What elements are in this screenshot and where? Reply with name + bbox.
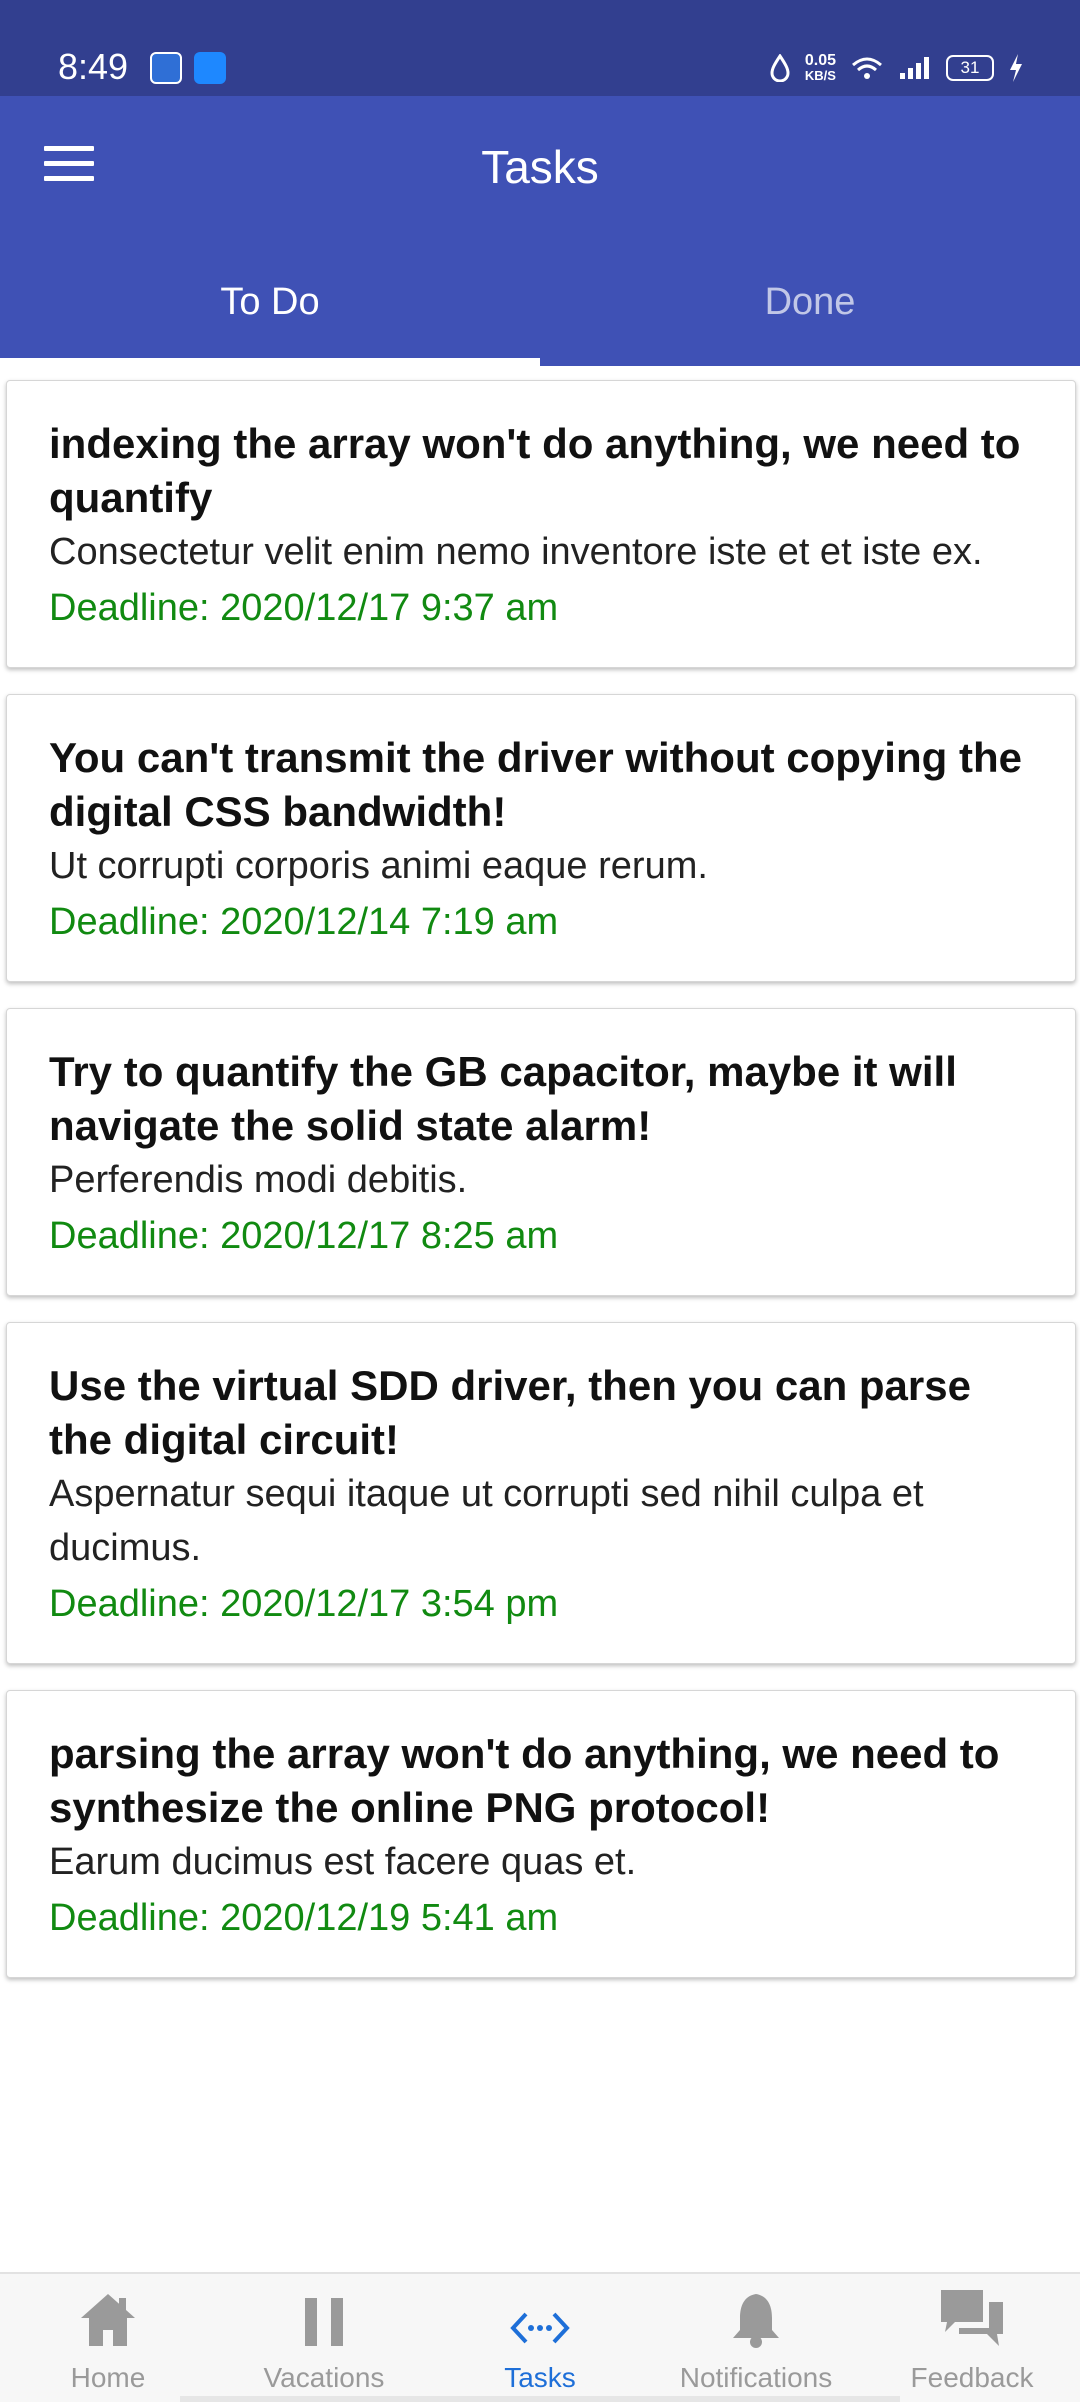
task-title: indexing the array won't do anything, we…	[49, 420, 1021, 521]
task-deadline: Deadline: 2020/12/17 3:54 pm	[49, 1583, 559, 1625]
net-speed-unit: KB/S	[804, 68, 836, 83]
gesture-bar	[180, 2396, 900, 2402]
signal-icon	[900, 57, 929, 79]
nav-home-label: Home	[70, 2362, 146, 2393]
task-deadline: Deadline: 2020/12/14 7:19 am	[49, 901, 559, 943]
task-card[interactable]: Use the virtual SDD driver, then you can…	[6, 1322, 1076, 1664]
nav-notifications[interactable]: Notifications	[648, 2274, 864, 2402]
status-bar: 8:49 0.05 KB/S 31	[0, 0, 1080, 96]
battery-icon: 31	[946, 55, 994, 81]
task-description: Consectetur velit enim nemo inventore is…	[49, 531, 983, 573]
task-card[interactable]: indexing the array won't do anything, we…	[6, 380, 1076, 668]
task-title: parsing the array won't do anything, we …	[49, 1730, 1000, 1831]
task-title: Try to quantify the GB capacitor, maybe …	[49, 1048, 957, 1149]
task-title: You can't transmit the driver without co…	[49, 734, 1022, 835]
task-description: Aspernatur sequi itaque ut corrupti sed …	[49, 1473, 924, 1569]
data-saver-icon	[770, 54, 790, 82]
nav-tasks-label: Tasks	[504, 2362, 576, 2393]
net-speed-value: 0.05	[804, 52, 836, 69]
nav-vacations-label: Vacations	[263, 2362, 385, 2393]
nav-feedback-label: Feedback	[910, 2362, 1034, 2393]
bottom-navigation: Home Vacations Tasks Notifications Feedb…	[0, 2272, 1080, 2402]
task-deadline: Deadline: 2020/12/17 8:25 am	[49, 1215, 559, 1257]
task-list: indexing the array won't do anything, we…	[6, 380, 1076, 2004]
home-icon	[81, 2294, 135, 2346]
task-deadline: Deadline: 2020/12/19 5:41 am	[49, 1897, 559, 1939]
usb-icon	[194, 52, 226, 84]
nav-feedback[interactable]: Feedback	[864, 2274, 1080, 2402]
notification-app-icon	[150, 52, 182, 84]
status-time: 8:49	[58, 46, 129, 87]
tab-to-do[interactable]: To Do	[0, 238, 540, 366]
task-deadline: Deadline: 2020/12/17 9:37 am	[49, 587, 559, 629]
nav-notifications-label: Notifications	[679, 2362, 833, 2393]
pause-icon	[305, 2298, 343, 2346]
task-card[interactable]: Try to quantify the GB capacitor, maybe …	[6, 1008, 1076, 1296]
chat-icon	[941, 2290, 1003, 2346]
code-icon	[510, 2312, 570, 2344]
app-bar: Tasks	[0, 96, 1080, 238]
task-description: Ut corrupti corporis animi eaque rerum.	[49, 845, 708, 887]
tab-bar: To Do Done	[0, 238, 1080, 366]
page-title: Tasks	[481, 141, 599, 193]
task-card[interactable]: You can't transmit the driver without co…	[6, 694, 1076, 982]
task-card[interactable]: parsing the array won't do anything, we …	[6, 1690, 1076, 1978]
task-description: Earum ducimus est facere quas et.	[49, 1841, 637, 1883]
nav-vacations[interactable]: Vacations	[216, 2274, 432, 2402]
wifi-icon	[852, 57, 882, 79]
battery-level: 31	[960, 58, 980, 77]
task-title: Use the virtual SDD driver, then you can…	[49, 1362, 971, 1463]
bell-icon	[733, 2294, 779, 2348]
nav-home[interactable]: Home	[0, 2274, 216, 2402]
tab-done[interactable]: Done	[540, 238, 1080, 366]
net-speed: 0.05 KB/S	[804, 52, 836, 84]
task-description: Perferendis modi debitis.	[49, 1159, 468, 1201]
charging-icon	[1010, 54, 1022, 82]
nav-tasks[interactable]: Tasks	[432, 2274, 648, 2402]
